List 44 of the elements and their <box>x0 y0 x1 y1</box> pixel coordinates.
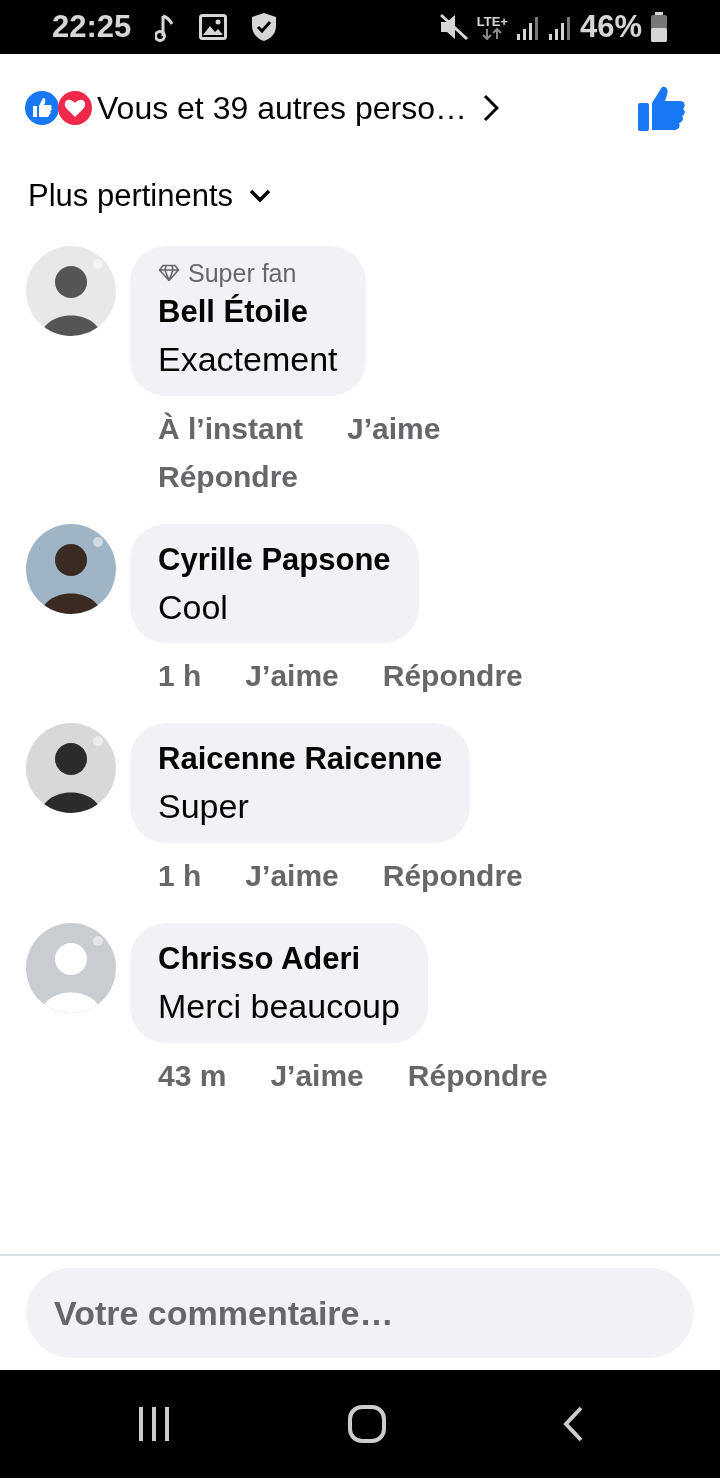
caret-icon[interactable] <box>249 189 272 203</box>
battery-icon <box>650 12 668 42</box>
comment-text: Cool <box>158 586 229 628</box>
comment-time[interactable]: À l’instant <box>158 407 303 450</box>
signal-icon <box>547 14 572 40</box>
music-note-icon <box>155 12 176 42</box>
comment-text: Exactement <box>158 339 338 381</box>
diamond-icon <box>158 264 180 282</box>
commenter-name[interactable]: Cyrille Papsone <box>158 535 391 584</box>
clock: 22:25 <box>52 7 132 46</box>
recent-apps-icon[interactable] <box>136 1407 172 1441</box>
love-reaction-icon <box>57 90 93 126</box>
comment-text: Super <box>158 786 250 828</box>
comment-field[interactable]: Votre commentaire… <box>26 1268 694 1358</box>
mute-icon <box>438 13 469 41</box>
commenter-name[interactable]: Bell Étoile <box>158 288 338 337</box>
reply-link[interactable]: Répondre <box>407 1054 548 1097</box>
comment-time[interactable]: 1 h <box>158 854 202 897</box>
signal-icon <box>515 14 540 40</box>
image-icon <box>199 14 228 40</box>
comment-time[interactable]: 1 h <box>158 655 202 698</box>
fan-label: Super fan <box>188 258 297 288</box>
comment-time[interactable]: 43 m <box>158 1054 227 1097</box>
shield-icon <box>251 12 278 42</box>
like-link[interactable]: J’aime <box>245 655 339 698</box>
reply-link[interactable]: Répondre <box>382 854 523 897</box>
like-link[interactable]: J’aime <box>347 407 441 450</box>
like-icon[interactable] <box>638 85 686 131</box>
back-icon[interactable] <box>562 1406 584 1442</box>
reply-link[interactable]: Répondre <box>382 655 523 698</box>
chevron-right-icon[interactable] <box>483 94 499 122</box>
battery-level: 46% <box>579 7 642 46</box>
like-link[interactable]: J’aime <box>245 854 339 897</box>
data-arrows-icon <box>481 27 504 40</box>
reply-link[interactable]: Répondre <box>158 455 298 498</box>
home-icon[interactable] <box>348 1405 386 1443</box>
comment-text: Merci beaucoup <box>158 985 400 1027</box>
commenter-name[interactable]: Chrisso Aderi <box>158 934 400 983</box>
sort-label[interactable]: Plus pertinents <box>28 172 234 220</box>
like-reaction-icon <box>24 90 60 126</box>
network-label: LTE+ <box>476 14 508 28</box>
reactions-summary[interactable]: Vous et 39 autres perso… <box>97 84 467 132</box>
like-link[interactable]: J’aime <box>270 1054 364 1097</box>
commenter-name[interactable]: Raicenne Raicenne <box>158 735 443 784</box>
